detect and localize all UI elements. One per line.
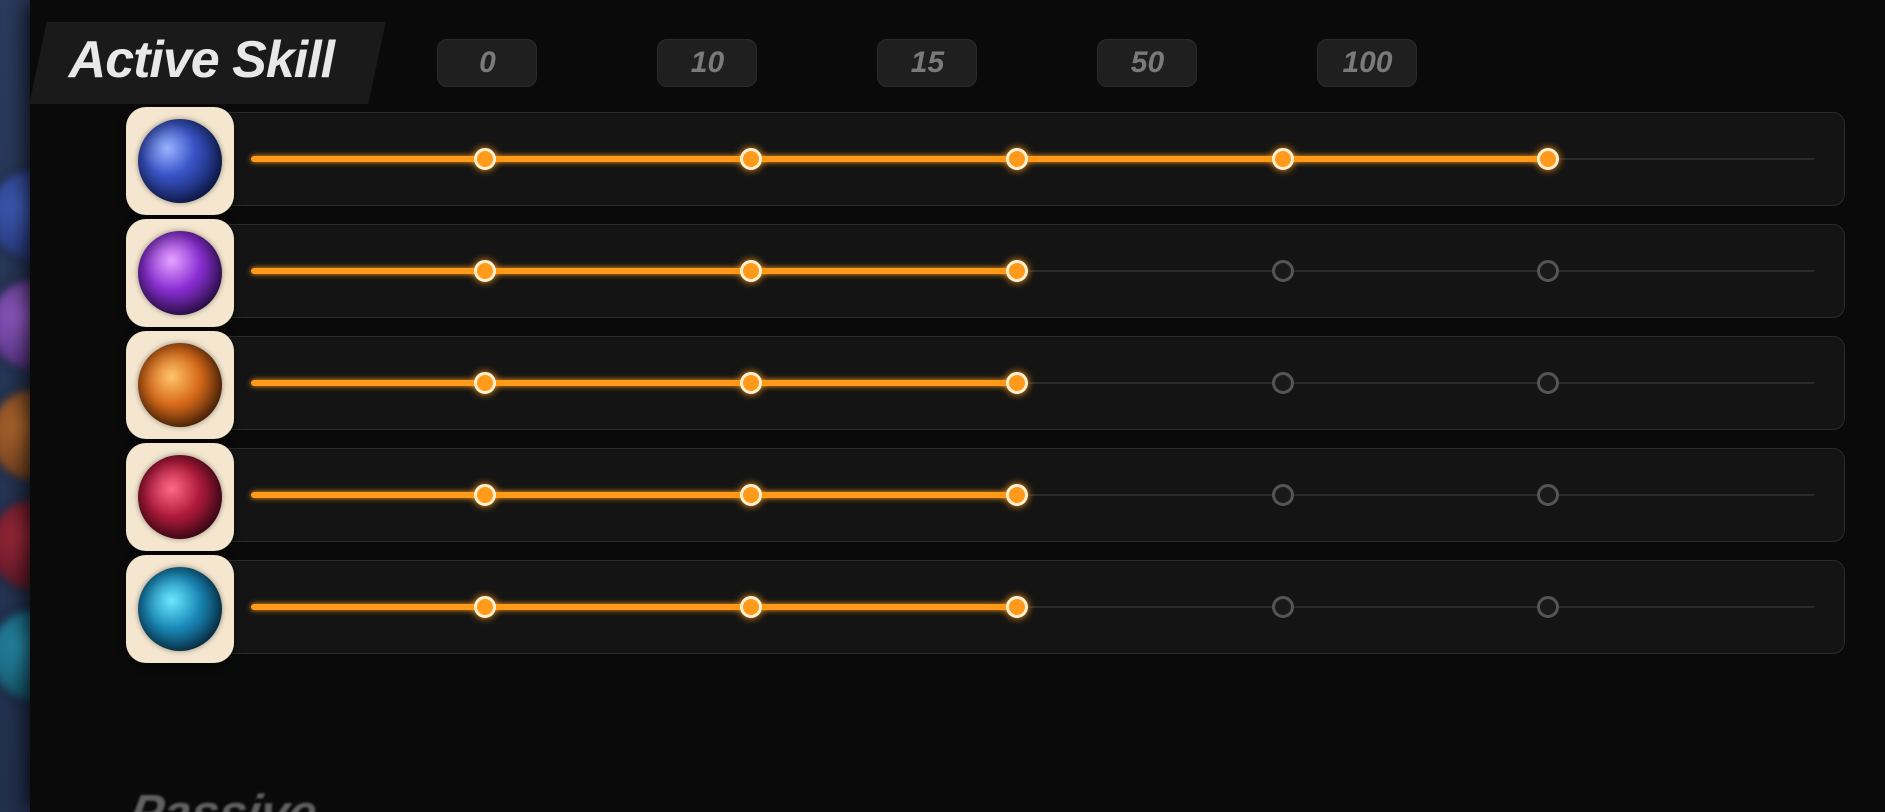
- skill-node[interactable]: [1272, 372, 1294, 394]
- meteor-orb-icon[interactable]: [126, 331, 234, 439]
- skill-node[interactable]: [1006, 260, 1028, 282]
- skill-node[interactable]: [1006, 596, 1028, 618]
- skill-node[interactable]: [740, 596, 762, 618]
- skill-node[interactable]: [1537, 260, 1559, 282]
- threshold-chip-100[interactable]: 100: [1317, 39, 1417, 87]
- track-fill: [251, 492, 1017, 498]
- skill-node[interactable]: [1537, 372, 1559, 394]
- threshold-chip-15[interactable]: 15: [877, 39, 977, 87]
- threshold-row: 0 10 15 50 100: [437, 39, 1417, 87]
- skill-row: [180, 224, 1845, 318]
- skill-node[interactable]: [740, 372, 762, 394]
- skill-node[interactable]: [740, 484, 762, 506]
- skill-node[interactable]: [474, 260, 496, 282]
- threshold-chip-0[interactable]: 0: [437, 39, 537, 87]
- skill-node[interactable]: [474, 148, 496, 170]
- skill-node[interactable]: [1537, 148, 1559, 170]
- skill-node[interactable]: [1006, 148, 1028, 170]
- skill-progress-track[interactable]: [251, 158, 1814, 160]
- skill-node[interactable]: [1006, 484, 1028, 506]
- skill-orb-icon: [138, 567, 222, 651]
- skill-node[interactable]: [740, 260, 762, 282]
- skill-node[interactable]: [1006, 372, 1028, 394]
- skill-node[interactable]: [1537, 596, 1559, 618]
- skill-node[interactable]: [740, 148, 762, 170]
- track-fill: [251, 156, 1548, 162]
- skill-row: [180, 336, 1845, 430]
- section-title-tab: Active Skill: [29, 22, 386, 104]
- track-fill: [251, 604, 1017, 610]
- claw-orb-icon[interactable]: [126, 443, 234, 551]
- skill-row: [180, 448, 1845, 542]
- skill-node[interactable]: [474, 372, 496, 394]
- target-orb-icon[interactable]: [126, 555, 234, 663]
- skill-row: [180, 112, 1845, 206]
- threshold-chip-50[interactable]: 50: [1097, 39, 1197, 87]
- section-title: Active Skill: [69, 30, 334, 90]
- skill-node[interactable]: [474, 484, 496, 506]
- skill-row: [180, 560, 1845, 654]
- active-skill-panel: Active Skill 0 10 15 50 100 Passive: [30, 0, 1885, 812]
- vortex-orb-icon[interactable]: [126, 107, 234, 215]
- track-fill: [251, 380, 1017, 386]
- skill-node[interactable]: [1537, 484, 1559, 506]
- skill-progress-track[interactable]: [251, 382, 1814, 384]
- skill-orb-icon: [138, 231, 222, 315]
- skill-node[interactable]: [1272, 596, 1294, 618]
- skill-progress-track[interactable]: [251, 270, 1814, 272]
- skill-node[interactable]: [1272, 148, 1294, 170]
- skill-orb-icon: [138, 119, 222, 203]
- skill-node[interactable]: [474, 596, 496, 618]
- track-fill: [251, 268, 1017, 274]
- skill-orb-icon: [138, 343, 222, 427]
- skill-node[interactable]: [1272, 260, 1294, 282]
- potion-orb-icon[interactable]: [126, 219, 234, 327]
- skill-node[interactable]: [1272, 484, 1294, 506]
- skill-rows: [30, 104, 1885, 654]
- next-section-peek: Passive: [125, 784, 322, 812]
- skill-progress-track[interactable]: [251, 494, 1814, 496]
- panel-header: Active Skill 0 10 15 50 100: [30, 0, 1885, 104]
- skill-orb-icon: [138, 455, 222, 539]
- threshold-chip-10[interactable]: 10: [657, 39, 757, 87]
- skill-progress-track[interactable]: [251, 606, 1814, 608]
